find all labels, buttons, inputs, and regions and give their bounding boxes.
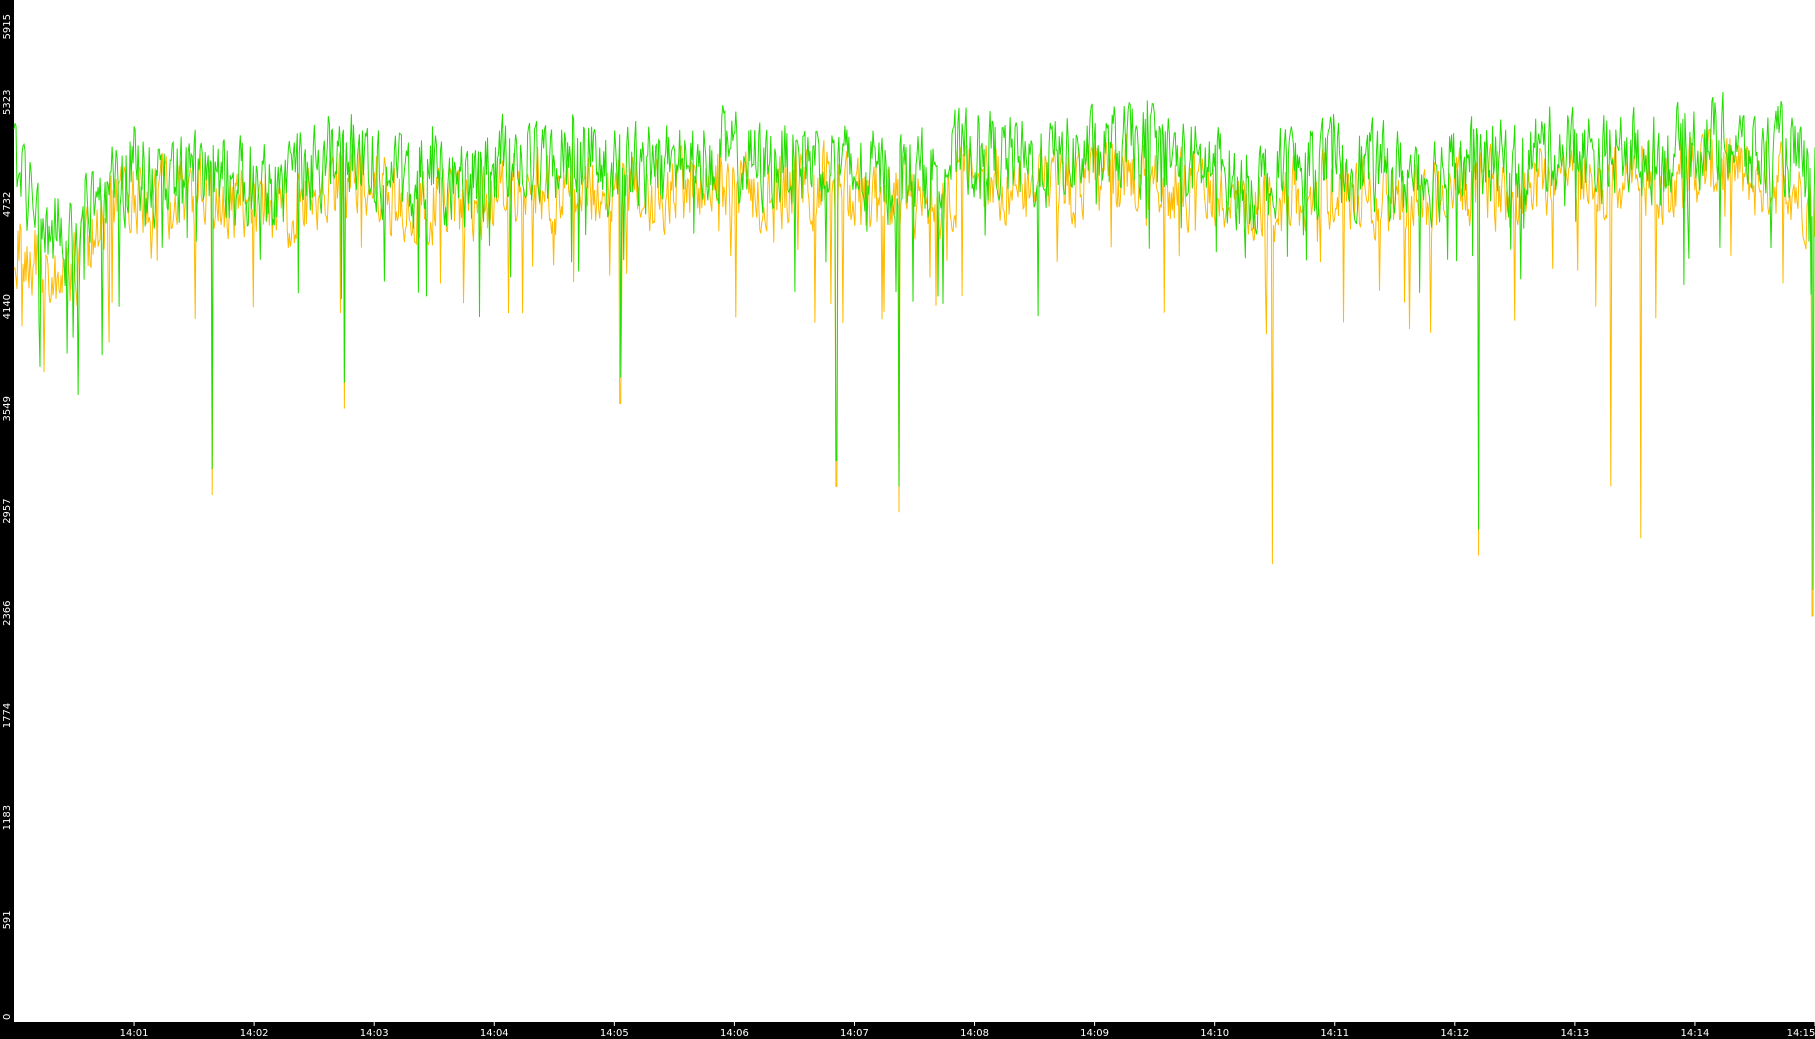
x-tick-label: 14:15 (1787, 1028, 1815, 1039)
x-tick-label: 14:10 (1200, 1028, 1229, 1039)
y-tick-label: 4732 (2, 192, 13, 217)
x-tick-label: 14:04 (480, 1028, 509, 1039)
x-tick-label: 14:12 (1440, 1028, 1469, 1039)
time-series-chart: 0 591 1183 1774 2366 2957 3549 4140 4732 5323 5915… (2, 0, 1815, 1039)
y-tick-label: 591 (2, 910, 13, 929)
x-tick-label: 14:09 (1080, 1028, 1109, 1039)
x-tick-label: 14:07 (840, 1028, 869, 1039)
x-tick-label: 14:02 (240, 1028, 269, 1039)
x-axis: 14:01 14:02 14:03 14:04 14:05 14:06 14:07 14:08… (120, 1022, 1815, 1039)
x-tick-label: 14:14 (1681, 1028, 1710, 1039)
x-tick-label: 14:01 (120, 1028, 149, 1039)
x-tick-label: 14:06 (720, 1028, 749, 1039)
x-tick-label: 14:08 (960, 1028, 989, 1039)
x-tick-label: 14:03 (360, 1028, 389, 1039)
x-tick-label: 14:13 (1560, 1028, 1589, 1039)
y-tick-label: 3549 (2, 396, 13, 421)
y-tick-label: 5915 (2, 14, 13, 39)
y-axis: 0 591 1183 1774 2366 2957 3549 4140 4732 5323 5915 (2, 14, 13, 1020)
y-tick-label: 2366 (2, 600, 13, 625)
y-tick-label: 5323 (2, 90, 13, 115)
y-tick-label: 0 (2, 1014, 13, 1020)
y-tick-label: 1183 (2, 805, 13, 830)
x-tick-label: 14:05 (600, 1028, 629, 1039)
x-tick-label: 14:11 (1320, 1028, 1349, 1039)
y-tick-label: 1774 (2, 703, 13, 728)
y-tick-label: 2957 (2, 498, 13, 523)
chart-window: 0 591 1183 1774 2366 2957 3549 4140 4732 5323 5915… (0, 0, 1815, 1039)
y-tick-label: 4140 (2, 294, 13, 319)
